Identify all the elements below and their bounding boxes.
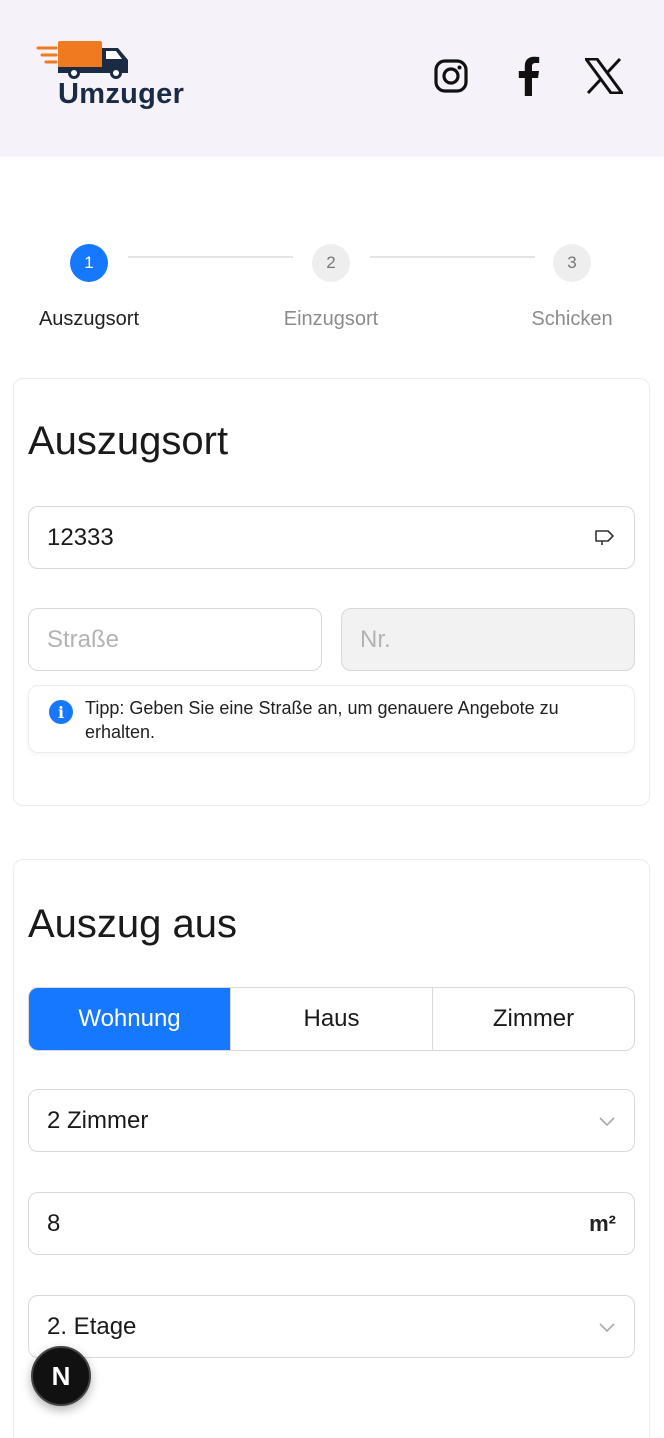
- property-type-selector: Wohnung Haus Zimmer: [28, 987, 635, 1051]
- step-3-label: Schicken: [531, 308, 613, 330]
- site-header: Umzuger: [0, 0, 664, 157]
- zip-value: 12333: [47, 523, 114, 551]
- step-2-circle[interactable]: 2: [312, 244, 350, 282]
- chevron-down-icon: [598, 1313, 616, 1341]
- info-icon: i: [49, 700, 73, 724]
- facebook-icon[interactable]: [506, 54, 550, 98]
- area-input[interactable]: 8 m²: [28, 1192, 635, 1255]
- area-value: 8: [47, 1209, 61, 1237]
- step-2-label: Einzugsort: [283, 308, 379, 330]
- zip-input[interactable]: 12333: [28, 506, 635, 569]
- logo-text: Umzuger: [58, 78, 185, 110]
- x-icon[interactable]: [582, 54, 626, 98]
- tip-text: Tipp: Geben Sie eine Straße an, um genau…: [85, 698, 559, 742]
- moveout-from-card: Auszug aus Wohnung Haus Zimmer 2 Zimmer …: [13, 859, 650, 1438]
- moveout-place-card: Auszugsort 12333 Straße Nr. i Tipp: Gebe…: [13, 378, 650, 806]
- type-option-zimmer[interactable]: Zimmer: [432, 988, 634, 1050]
- step-3-circle[interactable]: 3: [553, 244, 591, 282]
- umzuger-logo[interactable]: Umzuger: [36, 38, 206, 118]
- type-option-wohnung[interactable]: Wohnung: [29, 988, 230, 1050]
- instagram-icon[interactable]: [429, 54, 473, 98]
- street-input[interactable]: Straße: [28, 608, 322, 671]
- rooms-value: 2 Zimmer: [47, 1106, 149, 1134]
- area-unit: m²: [589, 1210, 616, 1236]
- signpost-icon: [594, 524, 616, 552]
- card-title: Auszug aus: [28, 902, 238, 946]
- step-1-circle[interactable]: 1: [70, 244, 108, 282]
- type-option-haus[interactable]: Haus: [230, 988, 432, 1050]
- floor-value: 2. Etage: [47, 1312, 137, 1340]
- step-1-label: Auszugsort: [38, 308, 140, 330]
- house-number-placeholder: Nr.: [360, 625, 391, 653]
- street-placeholder: Straße: [47, 625, 120, 653]
- chevron-down-icon: [598, 1107, 616, 1135]
- tip-box: i Tipp: Geben Sie eine Straße an, um gen…: [28, 685, 635, 753]
- house-number-input: Nr.: [341, 608, 635, 671]
- card-title: Auszugsort: [28, 419, 229, 463]
- truck-icon: [36, 41, 128, 79]
- step-connector: [128, 256, 293, 258]
- floor-select[interactable]: 2. Etage: [28, 1295, 635, 1358]
- nextjs-dev-button[interactable]: N: [31, 1346, 91, 1406]
- step-connector: [370, 256, 535, 258]
- rooms-select[interactable]: 2 Zimmer: [28, 1089, 635, 1152]
